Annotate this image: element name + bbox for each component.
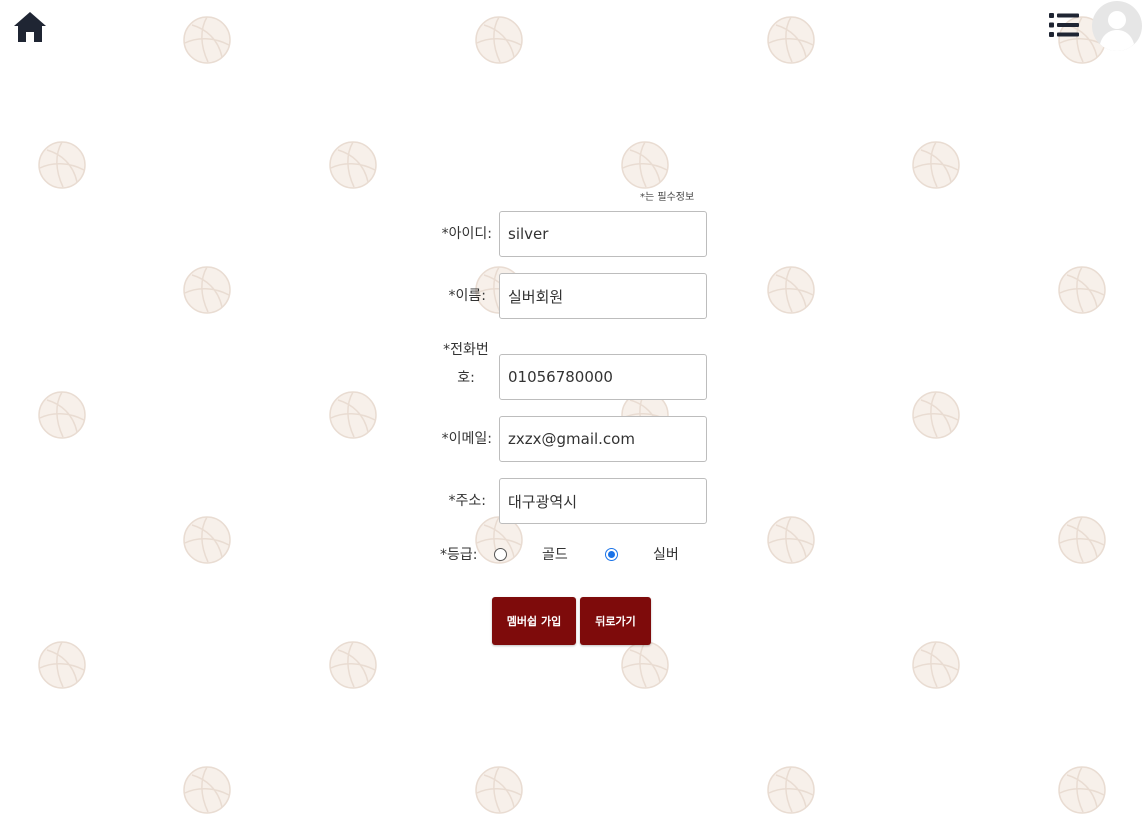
volleyball-icon xyxy=(766,265,816,315)
volleyball-icon xyxy=(328,640,378,690)
volleyball-icon xyxy=(474,15,524,65)
user-avatar-icon[interactable] xyxy=(1091,0,1143,52)
volleyball-icon xyxy=(182,515,232,565)
volleyball-icon xyxy=(1057,265,1107,315)
volleyball-icon xyxy=(911,390,961,440)
radio-gold-label: 골드 xyxy=(542,547,568,563)
radio-silver[interactable] xyxy=(605,548,618,561)
volleyball-icon xyxy=(620,140,670,190)
volleyball-icon xyxy=(37,140,87,190)
phone-label: *전화번호: xyxy=(443,342,489,386)
volleyball-icon xyxy=(766,515,816,565)
volleyball-icon xyxy=(37,640,87,690)
volleyball-icon xyxy=(182,15,232,65)
volleyball-icon xyxy=(37,390,87,440)
radio-gold[interactable] xyxy=(494,548,507,561)
volleyball-icon xyxy=(766,15,816,65)
volleyball-icon xyxy=(1057,515,1107,565)
grade-label: *등급: xyxy=(440,547,478,563)
address-label: *주소: xyxy=(448,493,486,509)
radio-silver-label: 실버 xyxy=(653,547,679,563)
home-button[interactable] xyxy=(12,10,48,48)
required-note: *는 필수정보 xyxy=(640,192,695,203)
name-label: *이름: xyxy=(448,288,486,304)
join-membership-button[interactable]: 멤버쉽 가입 xyxy=(492,597,576,645)
name-input[interactable] xyxy=(499,273,707,319)
back-button[interactable]: 뒤로가기 xyxy=(580,597,651,645)
phone-input[interactable] xyxy=(499,354,707,400)
volleyball-icon xyxy=(328,140,378,190)
list-icon[interactable] xyxy=(1049,12,1079,38)
volleyball-icon xyxy=(911,640,961,690)
id-label: *아이디: xyxy=(441,226,492,242)
volleyball-icon xyxy=(182,265,232,315)
volleyball-icon xyxy=(328,390,378,440)
volleyball-icon xyxy=(911,140,961,190)
email-input[interactable] xyxy=(499,416,707,462)
address-input[interactable] xyxy=(499,478,707,524)
grade-row: *등급: 골드 실버 xyxy=(430,544,720,566)
volleyball-icon xyxy=(620,640,670,690)
home-icon xyxy=(14,12,46,42)
id-input[interactable] xyxy=(499,211,707,257)
email-label: *이메일: xyxy=(441,431,492,447)
